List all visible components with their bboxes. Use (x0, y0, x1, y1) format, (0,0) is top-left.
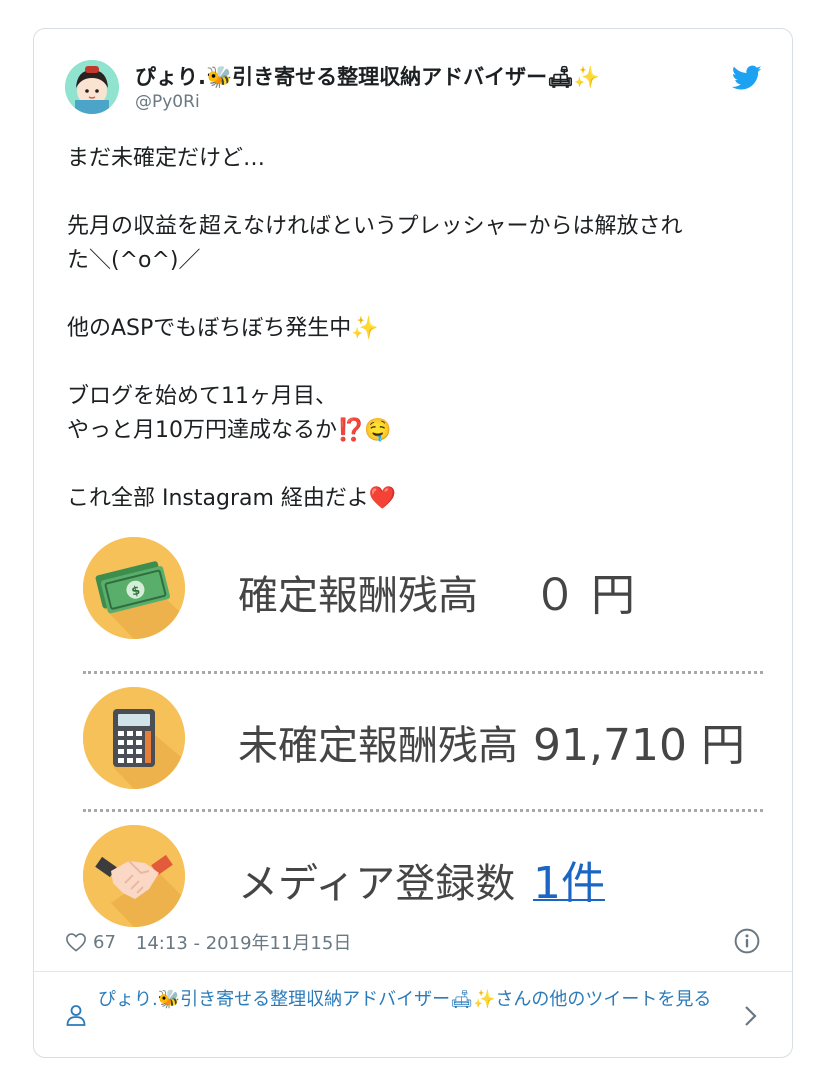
heart-icon[interactable] (65, 932, 87, 952)
handshake-icon (83, 825, 185, 927)
calculator-icon (83, 687, 185, 789)
tweet-line: ブログを始めて11ヶ月目、 (67, 384, 337, 409)
confirmed-balance-value: ０ 円 (533, 570, 635, 621)
money-bills-icon: $ (83, 537, 185, 639)
tweet-paragraph: 先月の収益を超えなければというプレッシャーからは解放され た＼(^o^)／ (67, 210, 767, 278)
tweet-text: まだ未確定だけど… 先月の収益を超えなければというプレッシャーからは解放され た＼… (67, 142, 767, 516)
avatar[interactable] (65, 60, 119, 114)
info-icon[interactable] (734, 928, 760, 954)
dotted-divider (83, 809, 763, 812)
person-icon (66, 1005, 86, 1026)
tweet-line: 先月の収益を超えなければというプレッシャーからは解放され (67, 214, 683, 239)
tweet-line: 他のASPでもぼちぼち発生中✨ (67, 316, 379, 341)
more-tweets-link[interactable]: ぴょり.🐝引き寄せる整理収納アドバイザー🛋✨さんの他のツイートを見る (34, 972, 792, 1058)
tweet-timestamp[interactable]: 14:13 - 2019年11月15日 (136, 929, 351, 955)
tweet-paragraph: これ全部 Instagram 経由だよ❤️ (67, 482, 767, 516)
display-name[interactable]: ぴょり.🐝引き寄せる整理収納アドバイザー🛋✨ (135, 61, 600, 91)
tweet-line: これ全部 Instagram 経由だよ❤️ (67, 486, 397, 511)
media-row-unconfirmed: 未確定報酬残高 91,710 円 (67, 679, 767, 799)
twitter-bird-icon[interactable] (732, 65, 762, 91)
unconfirmed-balance-label: 未確定報酬残高 (238, 723, 518, 769)
like-count[interactable]: 67 (93, 932, 116, 953)
tweet-line: た＼(^o^)／ (67, 248, 201, 273)
tweet-line: やっと月10万円達成なるか⁉️🤤 (67, 418, 392, 443)
unconfirmed-balance-value: 91,710 円 (533, 720, 745, 771)
tweet-meta: 67 14:13 - 2019年11月15日 (65, 929, 351, 955)
media-row-confirmed: $ 確定報酬残高 ０ 円 (67, 529, 767, 649)
confirmed-balance-label: 確定報酬残高 (238, 573, 478, 619)
media-count-label: メディア登録数 (238, 861, 516, 907)
tweet-paragraph: まだ未確定だけど… (67, 142, 767, 176)
more-tweets-text[interactable]: ぴょり.🐝引き寄せる整理収納アドバイザー🛋✨さんの他のツイートを見る (98, 986, 738, 1014)
tweet-paragraph: ブログを始めて11ヶ月目、やっと月10万円達成なるか⁉️🤤 (67, 380, 767, 448)
chevron-right-icon (745, 1006, 757, 1026)
tweet-paragraph: 他のASPでもぼちぼち発生中✨ (67, 312, 767, 346)
user-handle[interactable]: @Py0Ri (135, 92, 200, 112)
tweet-line: まだ未確定だけど… (67, 146, 266, 171)
dotted-divider (83, 671, 763, 674)
embedded-tweet-card: ぴょり.🐝引き寄せる整理収納アドバイザー🛋✨ @Py0Ri まだ未確定だけど… … (33, 28, 793, 1058)
tweet-image[interactable]: $ 確定報酬残高 ０ 円 未確定報酬残高 91,710 円 メディア登録数 1件 (67, 529, 767, 927)
media-count-link[interactable]: 1件 (533, 847, 605, 911)
media-row-registered: メディア登録数 1件 (67, 817, 767, 937)
